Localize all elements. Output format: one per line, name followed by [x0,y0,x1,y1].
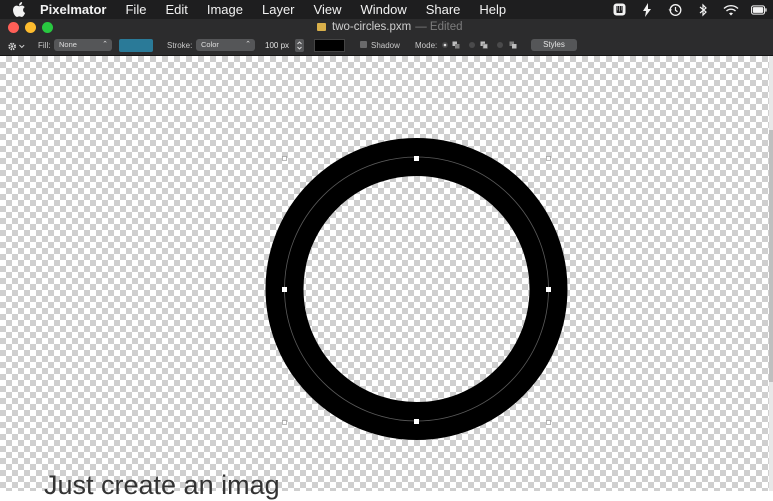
handle-top-left[interactable] [282,156,287,161]
anchor-point-right[interactable] [546,287,551,292]
canvas-artwork [265,138,568,440]
background-window-text: Just create an imag [44,470,280,500]
anchor-point-top[interactable] [414,156,419,161]
handle-bottom-left[interactable] [282,420,287,425]
handle-bottom-right[interactable] [546,420,551,425]
ring-shape[interactable] [265,138,568,440]
anchor-point-bottom[interactable] [414,419,419,424]
anchor-point-left[interactable] [282,287,287,292]
handle-top-right[interactable] [546,156,551,161]
